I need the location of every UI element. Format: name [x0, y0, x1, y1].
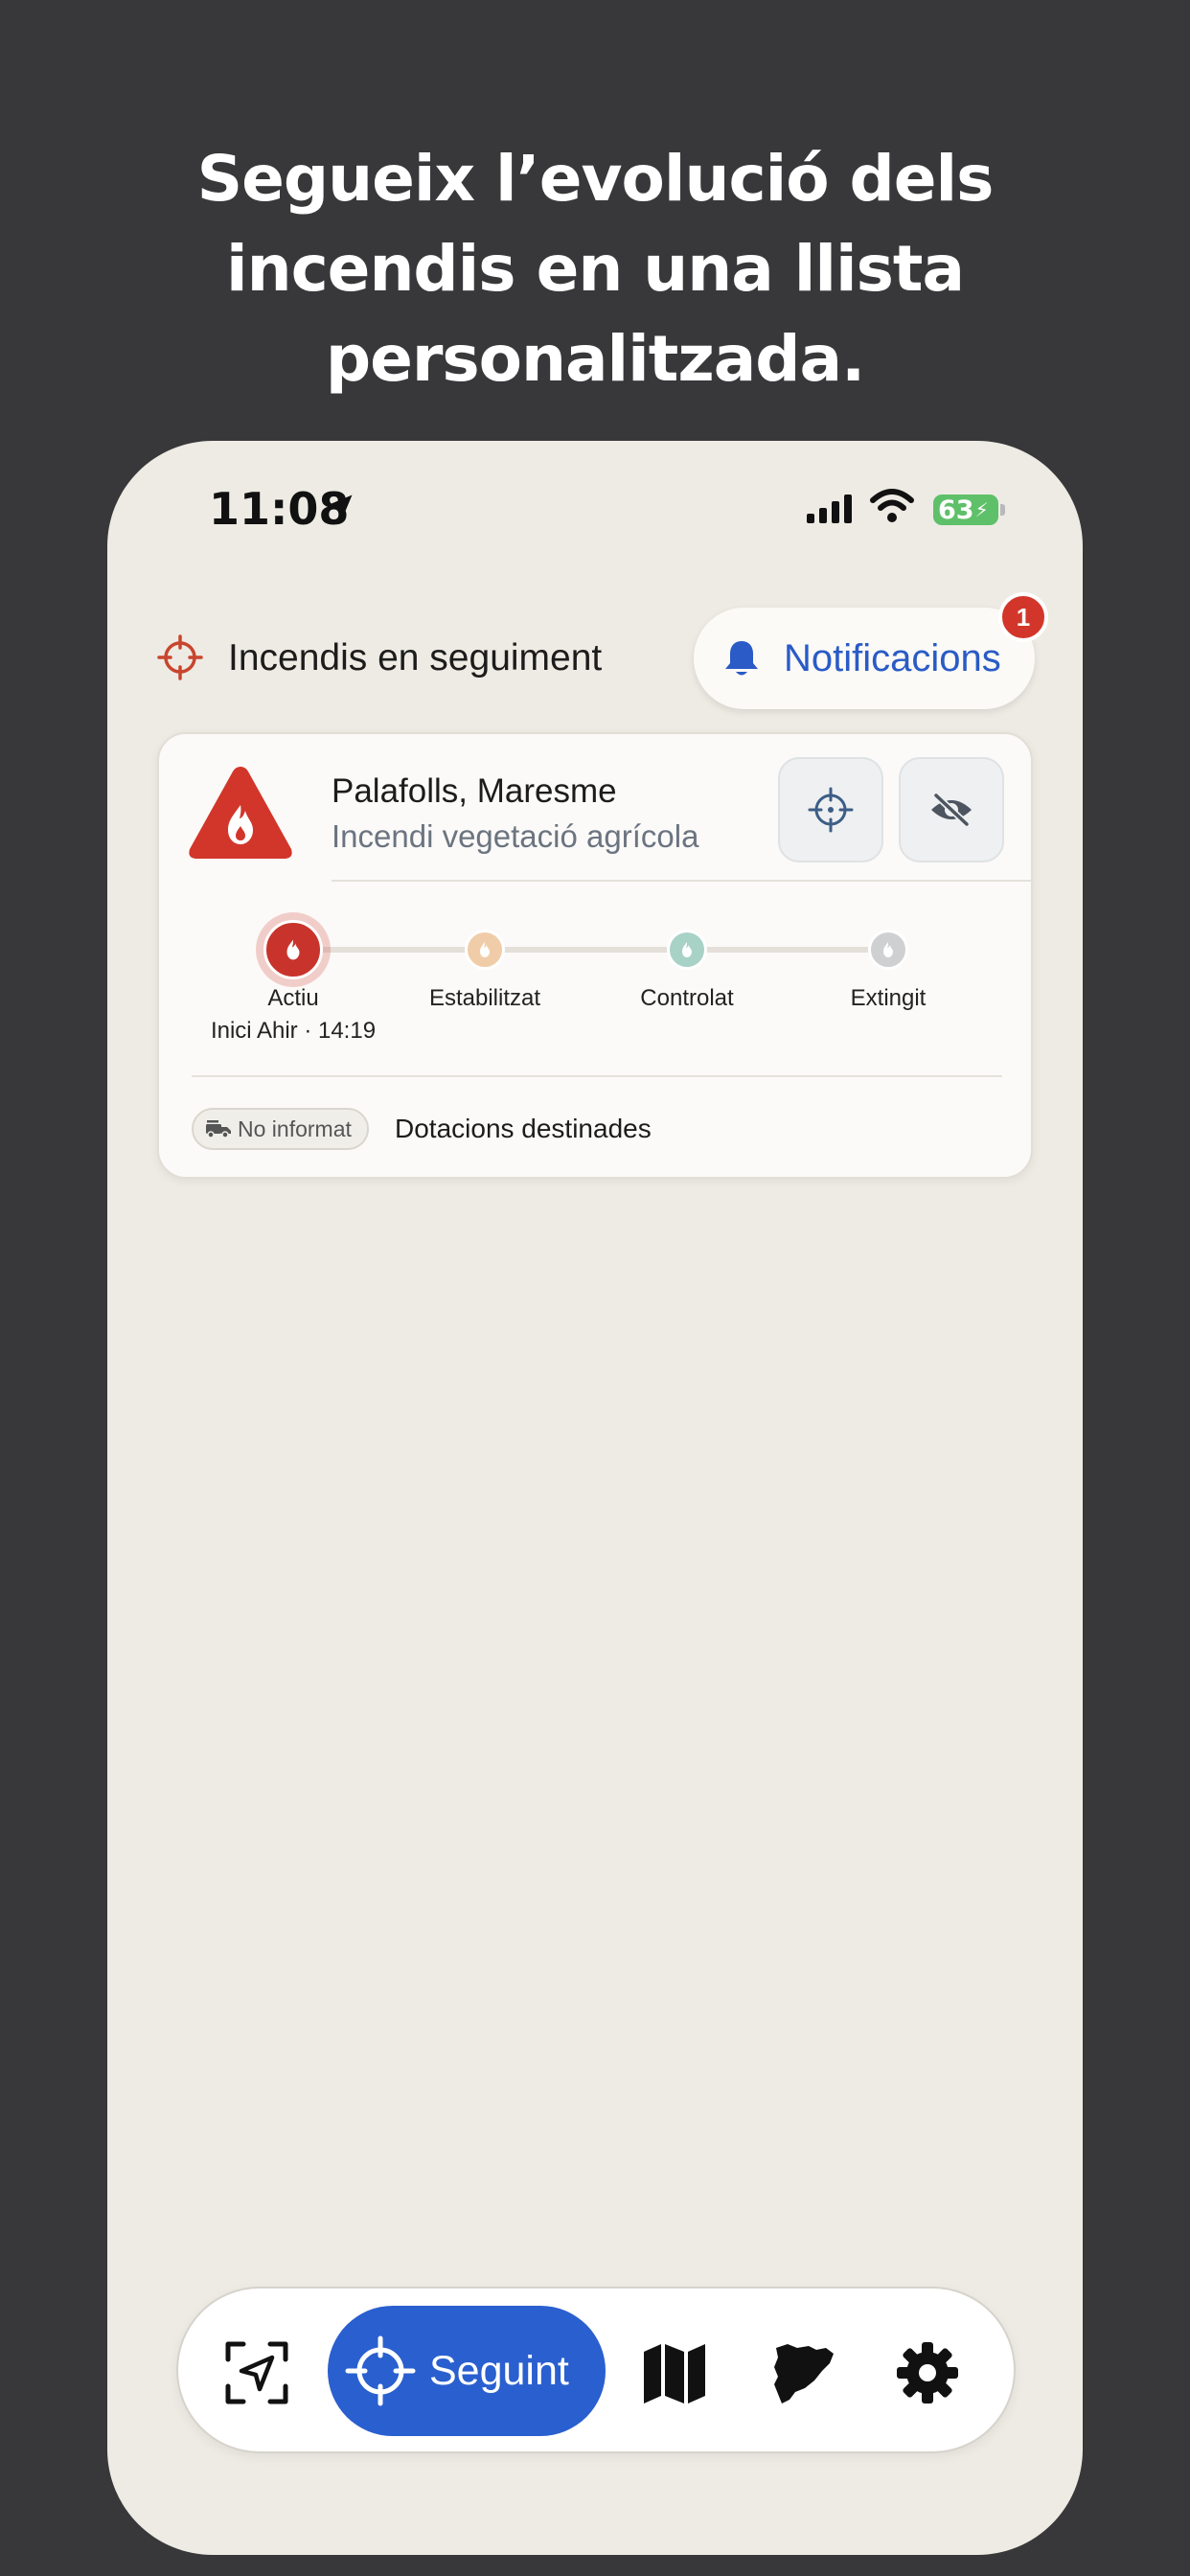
step-dot-estabilitzat: [465, 930, 505, 970]
flame-icon: [682, 942, 692, 957]
headline-line-1: Segueix l’evolució dels: [196, 142, 995, 216]
incident-card[interactable]: Palafolls, Maresme Incendi vegetació agr…: [157, 732, 1035, 1179]
tab-following[interactable]: Seguint: [328, 2306, 606, 2436]
flame-icon: [286, 939, 300, 960]
step-start-time: Inici Ahir · 14:19: [210, 1018, 377, 1044]
hide-incident-button[interactable]: [899, 757, 1004, 862]
card-divider: [192, 1075, 1002, 1077]
crosshair-icon: [157, 634, 203, 680]
incident-location: Palafolls, Maresme: [332, 772, 617, 810]
tab-following-label: Seguint: [429, 2347, 569, 2394]
step-dot-controlat: [667, 930, 707, 970]
headline-line-2: incendis en una llista: [225, 232, 965, 306]
eye-slash-icon: [931, 792, 972, 828]
fire-truck-icon: [206, 1120, 231, 1138]
notifications-label: Notificacions: [784, 636, 1001, 679]
tab-settings[interactable]: [893, 2338, 962, 2407]
battery-indicator: 63 ⚡: [933, 494, 998, 525]
tab-nearby[interactable]: [222, 2338, 291, 2407]
notifications-badge: 1: [998, 592, 1048, 642]
section-title: Incendis en seguiment: [228, 637, 603, 678]
promo-headline: Segueix l’evolució dels incendis en una …: [0, 134, 1190, 404]
crosshair-icon: [345, 2335, 416, 2406]
card-divider: [332, 880, 1035, 882]
battery-cap: [1000, 504, 1005, 516]
resources-status-chip: No informat: [192, 1108, 369, 1150]
incident-type: Incendi vegetació agrícola: [332, 818, 699, 854]
flame-icon: [480, 942, 490, 957]
phone-screen: 11:08 63 ⚡ Incendis en seguiment Notific…: [107, 441, 1083, 2555]
bottom-navigation: Seguint: [176, 2287, 1016, 2453]
tab-catalonia[interactable]: [767, 2338, 835, 2407]
headline-line-3: personalitzada.: [325, 322, 865, 396]
location-arrow-icon: [326, 494, 353, 521]
notifications-button[interactable]: Notificacions: [694, 608, 1035, 709]
fire-warning-icon: [189, 767, 292, 859]
locate-on-map-button[interactable]: [778, 757, 883, 862]
step-label-actiu: Actiu: [267, 985, 319, 1011]
tab-map[interactable]: [640, 2338, 709, 2407]
crosshair-icon: [808, 787, 854, 833]
step-dot-actiu: [263, 920, 323, 979]
cellular-signal-icon: [807, 494, 852, 523]
wifi-icon: [870, 489, 914, 522]
step-label-extingit: Extingit: [850, 985, 927, 1011]
step-label-controlat: Controlat: [640, 985, 734, 1011]
resources-label: Dotacions destinades: [395, 1114, 652, 1143]
step-label-estabilitzat: Estabilitzat: [428, 985, 541, 1011]
progress-track: [293, 947, 897, 953]
step-dot-extingit: [868, 930, 908, 970]
flame-icon: [883, 942, 893, 957]
charging-bolt-icon: ⚡: [974, 498, 989, 521]
chip-label: No informat: [238, 1116, 352, 1141]
battery-level: 63: [938, 494, 974, 525]
bell-icon: [725, 641, 758, 676]
